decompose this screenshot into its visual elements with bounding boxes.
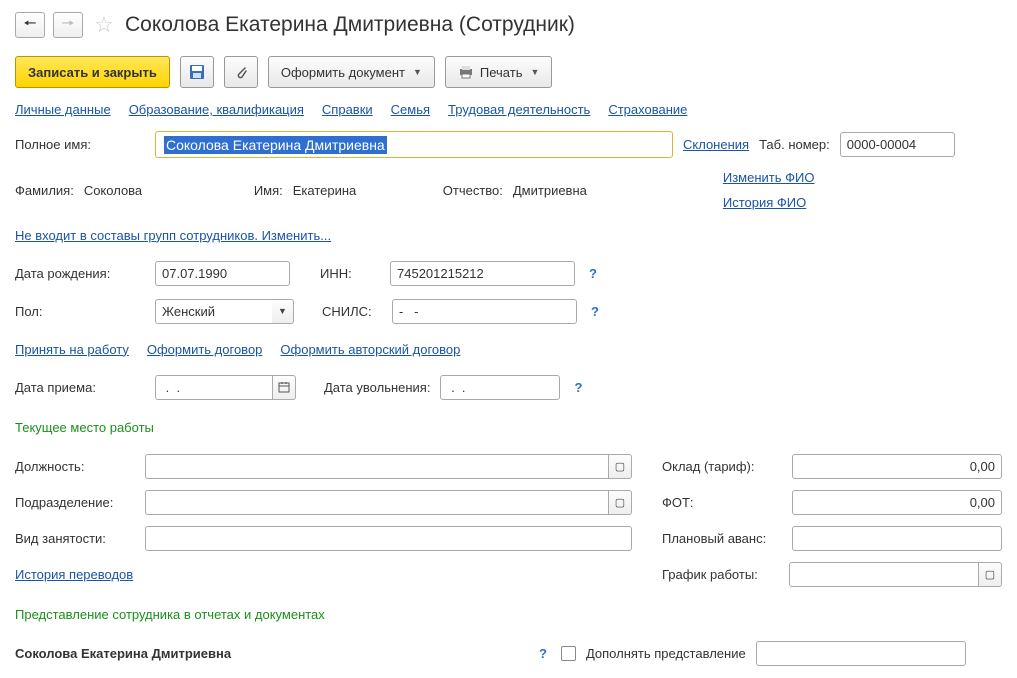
position-open-icon[interactable]: ▢ [608, 454, 632, 479]
page-title: Соколова Екатерина Дмитриевна (Сотрудник… [125, 13, 575, 37]
calendar-icon [278, 381, 290, 393]
extend-representation-checkbox[interactable] [561, 646, 576, 661]
hire-date-input[interactable] [155, 375, 272, 400]
author-contract-link[interactable]: Оформить авторский договор [280, 342, 460, 357]
tab-number-input[interactable] [840, 132, 955, 157]
extend-representation-input[interactable] [756, 641, 966, 666]
hire-date-calendar-icon[interactable] [272, 375, 296, 400]
fire-date-label: Дата увольнения: [324, 380, 430, 395]
arrow-left-icon: 🠔 [23, 13, 36, 38]
snils-label: СНИЛС: [322, 304, 382, 319]
representation-text: Соколова Екатерина Дмитриевна [15, 646, 525, 661]
patronymic-label: Отчество: [443, 183, 503, 198]
department-label: Подразделение: [15, 495, 135, 510]
tab-refs[interactable]: Справки [322, 102, 373, 117]
emp-type-input[interactable] [145, 526, 632, 551]
inn-input[interactable] [390, 261, 575, 286]
position-input[interactable] [145, 454, 608, 479]
plan-advance-input[interactable] [792, 526, 1002, 551]
lastname-label: Фамилия: [15, 183, 74, 198]
snils-input[interactable] [392, 299, 577, 324]
firstname-value: Екатерина [293, 183, 433, 198]
lastname-value: Соколова [84, 183, 244, 198]
transfer-history-link[interactable]: История переводов [15, 567, 133, 582]
floppy-icon [189, 64, 205, 80]
sex-select[interactable] [155, 299, 272, 324]
printer-icon [458, 64, 474, 80]
groups-note-link[interactable]: Не входит в составы групп сотрудников. И… [15, 228, 331, 243]
fot-input[interactable] [792, 490, 1002, 515]
sex-dropdown-icon[interactable]: ▼ [272, 299, 294, 324]
current-place-title: Текущее место работы [15, 420, 1002, 435]
department-input[interactable] [145, 490, 608, 515]
birthdate-label: Дата рождения: [15, 266, 145, 281]
sex-label: Пол: [15, 304, 145, 319]
chevron-down-icon: ▼ [413, 67, 422, 77]
tab-personal[interactable]: Личные данные [15, 102, 111, 117]
favorite-star-icon[interactable]: ☆ [91, 12, 117, 38]
plan-advance-label: Плановый аванс: [662, 531, 782, 546]
save-button[interactable] [180, 56, 214, 88]
schedule-label: График работы: [662, 567, 779, 582]
chevron-down-icon: ▼ [530, 67, 539, 77]
tab-family[interactable]: Семья [391, 102, 430, 117]
department-open-icon[interactable]: ▢ [608, 490, 632, 515]
attach-button[interactable] [224, 56, 258, 88]
fullname-label: Полное имя: [15, 137, 145, 152]
inn-help-icon[interactable]: ? [585, 266, 601, 281]
back-button[interactable]: 🠔 [15, 12, 45, 38]
representation-title: Представление сотрудника в отчетах и док… [15, 607, 1002, 622]
fire-date-input[interactable] [440, 375, 560, 400]
make-document-button[interactable]: Оформить документ ▼ [268, 56, 435, 88]
declinations-link[interactable]: Склонения [683, 137, 749, 152]
tab-insurance[interactable]: Страхование [608, 102, 687, 117]
inn-label: ИНН: [320, 266, 380, 281]
paperclip-icon [233, 64, 249, 80]
representation-help-icon[interactable]: ? [535, 646, 551, 661]
fire-date-help-icon[interactable]: ? [570, 380, 586, 395]
history-fio-link[interactable]: История ФИО [723, 195, 815, 210]
tab-number-label: Таб. номер: [759, 137, 830, 152]
contract-link[interactable]: Оформить договор [147, 342, 263, 357]
salary-label: Оклад (тариф): [662, 459, 782, 474]
snils-help-icon[interactable]: ? [587, 304, 603, 319]
save-close-button[interactable]: Записать и закрыть [15, 56, 170, 88]
forward-button[interactable]: 🠖 [53, 12, 83, 38]
tab-education[interactable]: Образование, квалификация [129, 102, 304, 117]
emp-type-label: Вид занятости: [15, 531, 135, 546]
print-button[interactable]: Печать ▼ [445, 56, 553, 88]
hire-link[interactable]: Принять на работу [15, 342, 129, 357]
birthdate-input[interactable] [155, 261, 290, 286]
fullname-input[interactable]: Соколова Екатерина Дмитриевна [155, 131, 673, 158]
salary-input[interactable] [792, 454, 1002, 479]
patronymic-value: Дмитриевна [513, 183, 713, 198]
schedule-input[interactable] [789, 562, 978, 587]
firstname-label: Имя: [254, 183, 283, 198]
tab-labor[interactable]: Трудовая деятельность [448, 102, 590, 117]
arrow-right-icon: 🠖 [61, 13, 74, 38]
fot-label: ФОТ: [662, 495, 782, 510]
hire-date-label: Дата приема: [15, 380, 145, 395]
extend-representation-label: Дополнять представление [586, 646, 746, 661]
change-fio-link[interactable]: Изменить ФИО [723, 170, 815, 185]
position-label: Должность: [15, 459, 135, 474]
schedule-open-icon[interactable]: ▢ [978, 562, 1002, 587]
